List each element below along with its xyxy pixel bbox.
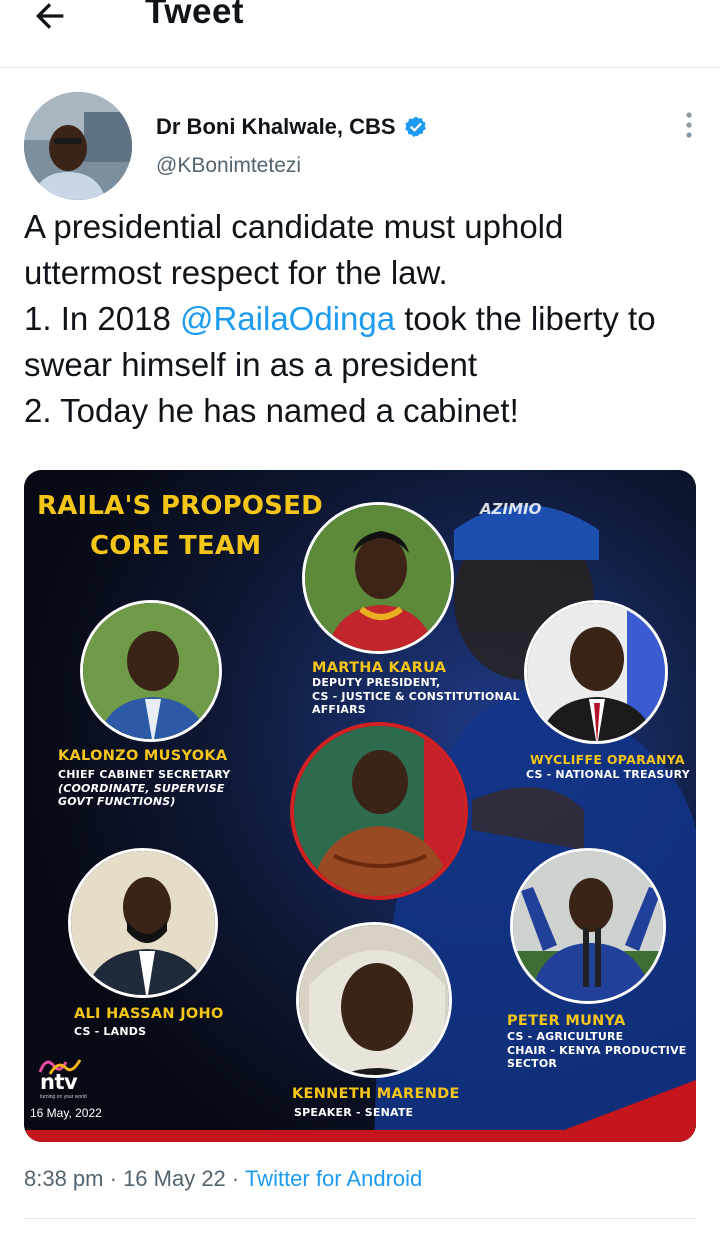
portrait-raila-odinga bbox=[290, 722, 468, 900]
tweet-source-link[interactable]: Twitter for Android bbox=[245, 1166, 422, 1191]
member-role: SPEAKER - SENATE bbox=[294, 1106, 413, 1120]
portrait-kalonzo-musyoka bbox=[80, 600, 222, 742]
media-heading-line: RAILA'S PROPOSED bbox=[37, 491, 323, 521]
tweet-line: A presidential candidate must uphold bbox=[24, 208, 564, 245]
tweet-author: Dr Boni Khalwale, CBS @KBonimtetezi bbox=[24, 92, 704, 202]
portrait-ali-hassan-joho bbox=[68, 848, 218, 998]
member-role-line: CS - AGRICULTURE bbox=[507, 1030, 624, 1043]
member-role-line: CS - NATIONAL TREASURY bbox=[526, 768, 690, 781]
portrait-peter-munya bbox=[510, 848, 666, 1004]
tweet-text: A presidential candidate must uphold utt… bbox=[24, 204, 704, 434]
member-name: WYCLIFFE OPARANYA bbox=[530, 752, 685, 767]
mention-link[interactable]: @RailaOdinga bbox=[180, 300, 395, 337]
avatar[interactable] bbox=[24, 92, 132, 200]
portrait-wycliffe-oparanya bbox=[524, 600, 668, 744]
avatar-image bbox=[24, 92, 132, 200]
portrait-martha-karua bbox=[302, 502, 454, 654]
member-role-line: (COORDINATE, SUPERVISE bbox=[58, 781, 225, 795]
media-heading: RAILA'S PROPOSED CORE TEAM bbox=[37, 486, 323, 566]
portrait-image bbox=[513, 851, 663, 1001]
arrow-left-icon bbox=[36, 3, 64, 29]
member-role-line: SPEAKER - SENATE bbox=[294, 1106, 414, 1119]
tweet-media-image[interactable]: RAILA'S PROPOSED CORE TEAM AZIMIO MARTHA… bbox=[24, 470, 696, 1142]
tweet-meta: 8:38 pm · 16 May 22 · Twitter for Androi… bbox=[24, 1166, 422, 1192]
portrait-image bbox=[299, 925, 449, 1075]
more-options-icon[interactable] bbox=[674, 110, 704, 140]
member-name: ALI HASSAN JOHO bbox=[74, 1006, 224, 1022]
tweet-time: 8:38 pm bbox=[24, 1166, 104, 1191]
member-role: CS - AGRICULTURE CHAIR - KENYA PRODUCTIV… bbox=[507, 1030, 687, 1071]
ntv-tagline: turning on your world bbox=[40, 1094, 87, 1100]
portrait-image bbox=[305, 505, 451, 651]
member-role-line: CHIEF CABINET SECRETARY bbox=[58, 768, 231, 781]
member-name: MARTHA KARUA bbox=[312, 660, 447, 676]
meta-separator: · bbox=[225, 1166, 245, 1191]
member-role-line: SECTOR bbox=[507, 1057, 558, 1070]
portrait-image bbox=[83, 603, 219, 739]
back-button[interactable] bbox=[30, 0, 90, 38]
tweet-line: uttermost respect for the law. bbox=[24, 254, 448, 291]
tweet-text-segment: 1. In 2018 bbox=[24, 300, 180, 337]
member-role: CHIEF CABINET SECRETARY (COORDINATE, SUP… bbox=[58, 768, 230, 809]
portrait-image bbox=[71, 851, 215, 995]
ntv-logo-text: ntv bbox=[40, 1070, 78, 1094]
member-role-line: CHAIR - KENYA PRODUCTIVE bbox=[507, 1043, 687, 1057]
member-name: PETER MUNYA bbox=[507, 1013, 626, 1029]
member-role-line: AFFIARS bbox=[312, 703, 366, 716]
meta-separator: · bbox=[103, 1166, 124, 1191]
top-bar: Tweet bbox=[0, 0, 720, 68]
member-role: CS - LANDS bbox=[74, 1025, 146, 1039]
tweet-line: 2. Today he has named a cabinet! bbox=[24, 392, 519, 429]
portrait-image bbox=[294, 726, 464, 896]
member-role-line: CS - JUSTICE & CONSTITUTIONAL bbox=[312, 689, 520, 703]
page-title: Tweet bbox=[145, 0, 245, 31]
media-date: 16 May, 2022 bbox=[30, 1106, 102, 1120]
tweet-line: 1. In 2018 @RailaOdinga took the liberty… bbox=[24, 296, 704, 342]
tweet-date: 16 May 22 bbox=[123, 1166, 226, 1191]
portrait-image bbox=[527, 603, 665, 741]
author-name[interactable]: Dr Boni Khalwale, CBS bbox=[156, 114, 396, 140]
member-name: KALONZO MUSYOKA bbox=[58, 748, 228, 764]
portrait-kenneth-marende bbox=[296, 922, 452, 1078]
member-name: KENNETH MARENDE bbox=[292, 1086, 460, 1102]
divider bbox=[24, 1218, 696, 1219]
member-role: CS - NATIONAL TREASURY bbox=[526, 768, 690, 782]
verified-badge-icon bbox=[404, 116, 426, 137]
media-heading-line: CORE TEAM bbox=[90, 531, 262, 561]
author-name-row: Dr Boni Khalwale, CBS bbox=[156, 114, 428, 140]
tweet-text-segment: took the liberty to bbox=[395, 300, 656, 337]
tweet-line: swear himself in as a president bbox=[24, 346, 478, 383]
member-role-line: DEPUTY PRESIDENT, bbox=[312, 676, 441, 689]
member-role: DEPUTY PRESIDENT, CS - JUSTICE & CONSTIT… bbox=[312, 676, 520, 717]
author-handle[interactable]: @KBonimtetezi bbox=[156, 154, 301, 178]
cap-logo: AZIMIO bbox=[480, 500, 542, 518]
member-role-line: GOVT FUNCTIONS) bbox=[58, 795, 176, 808]
member-role-line: CS - LANDS bbox=[74, 1025, 147, 1038]
